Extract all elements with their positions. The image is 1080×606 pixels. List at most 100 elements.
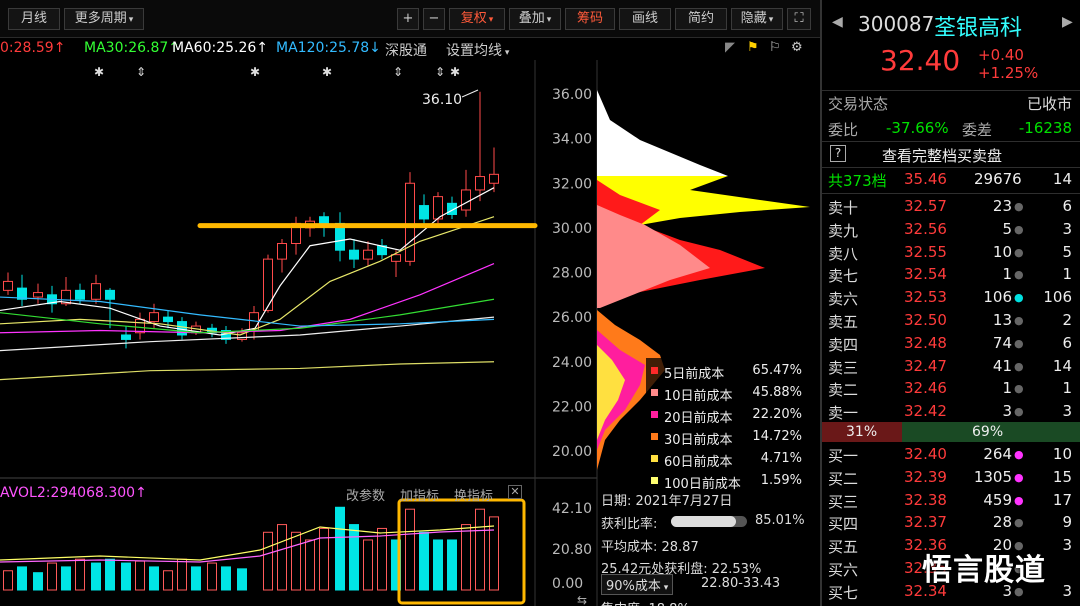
dot-icon: ● (1014, 382, 1024, 396)
toolbar-button-3[interactable]: − (423, 8, 445, 30)
chart-toolbar: 月线 更多周期 ▾ + − 复权 ▾ 叠加 ▾ 筹码 画线 简约 隐藏 ▾ ⛶ (0, 0, 820, 38)
stock-name: 荃银高科 (934, 16, 1023, 41)
toolbar-button-5[interactable]: 叠加 ▾ (509, 8, 561, 30)
book-row[interactable]: 买二 32.39 1305 ● 15 (822, 466, 1080, 489)
chart-icons: ◤ ⚑ ⚐ ⚙ (725, 40, 815, 58)
gear-icon[interactable]: ⚙ (791, 40, 803, 55)
volume-bar (335, 506, 345, 591)
chip-date: 日期: 2021年7月27日 (601, 494, 733, 509)
flag-icon[interactable]: ⚑ (747, 40, 759, 55)
dot-icon: ● (1014, 336, 1024, 350)
book-row[interactable]: 买三 32.38 459 ● 17 (822, 489, 1080, 512)
flag-outline-icon[interactable]: ⚐ (769, 40, 781, 55)
switch-indicator-button[interactable]: 换指标 (454, 485, 493, 504)
toolbar-button-4[interactable]: 复权 ▾ (449, 8, 505, 30)
dot-icon: ● (1014, 470, 1024, 484)
book-row[interactable]: 卖八 32.55 10 ● 5 (822, 241, 1080, 264)
event-marker-icon: ⇕ (435, 65, 445, 79)
dot-icon: ● (1014, 314, 1024, 327)
volume-bar (447, 539, 457, 591)
toolbar-button-6[interactable]: 筹码 (565, 8, 615, 30)
add-indicator-button[interactable]: 加指标 (400, 485, 439, 504)
volume-bar (17, 566, 27, 591)
toolbar-button-8[interactable]: 简约 (675, 8, 727, 30)
toolbar-button-10[interactable]: ⛶ (787, 8, 811, 30)
volume-bar (207, 562, 217, 591)
prev-stock-icon[interactable]: ◀ (832, 14, 843, 30)
book-row[interactable]: 卖九 32.56 5 ● 3 (822, 218, 1080, 241)
dot-icon: ● (1014, 222, 1024, 236)
event-marker-icon: ✱ (322, 65, 332, 79)
volume-bar (3, 570, 13, 591)
volume-bar (177, 558, 187, 591)
triangle-icon[interactable]: ◤ (725, 40, 735, 55)
stock-header: ◀ 300087 荃银高科 ▶ 32.40 +0.40 +1.25% (822, 0, 1080, 90)
candle-body (475, 176, 485, 191)
ma10-line (0, 216, 495, 336)
book-row[interactable]: 买一 32.40 264 ● 10 (822, 443, 1080, 466)
event-marker-icon: ✱ (450, 65, 460, 79)
price-change: +0.40 (978, 46, 1024, 64)
book-row[interactable]: 买四 32.37 28 ● 9 (822, 511, 1080, 534)
volume-bar (419, 531, 429, 591)
volume-bar (221, 566, 231, 591)
volume-bar (489, 516, 499, 591)
cost-legend-row: 30日前成本 14.72% (646, 426, 806, 448)
cost-percent-select[interactable]: 90%成本 ▾ (601, 574, 674, 595)
profit-ratio-bar (671, 516, 747, 527)
ma-settings-button[interactable]: 设置均线 ▾ (446, 40, 509, 60)
toolbar-button-0[interactable]: 月线 (8, 8, 60, 30)
ma60-value: MA60:25.26↑ (172, 40, 268, 56)
book-row[interactable]: 卖一 32.42 3 ● 3 (822, 400, 1080, 423)
book-row[interactable]: 卖二 32.46 1 ● 1 (822, 377, 1080, 400)
last-price: 32.40 (880, 44, 961, 77)
watermark-text: 悟言股道 (922, 553, 1046, 588)
buy-sell-ratio-bar: 31% 69% (822, 422, 1080, 442)
volume-indicator-label: AVOL2:294068.300↑ (0, 485, 147, 501)
volume-bar (363, 539, 373, 591)
dot-icon: ● (1014, 493, 1024, 507)
toolbar-button-9[interactable]: 隐藏 ▾ (731, 8, 783, 30)
toolbar-button-2[interactable]: + (397, 8, 419, 30)
cost-legend-row: 10日前成本 45.88% (646, 382, 806, 404)
dot-icon: ● (1014, 245, 1024, 259)
candle-body (391, 254, 401, 262)
volume-bar (377, 527, 387, 591)
book-row[interactable]: 卖六 32.53 106 ● 106 (822, 286, 1080, 309)
toolbar-button-1[interactable]: 更多周期 ▾ (64, 8, 144, 30)
help-icon[interactable]: ? (830, 145, 846, 162)
candle-body (75, 289, 85, 300)
shgt-link[interactable]: 深股通 (385, 40, 427, 60)
candle-body (349, 249, 359, 260)
volume-bar (61, 566, 71, 591)
book-row[interactable]: 卖三 32.47 41 ● 14 (822, 355, 1080, 378)
full-book-row[interactable]: ? 查看完整档买卖盘 (822, 143, 1080, 166)
quote-panel: ◀ 300087 荃银高科 ▶ 32.40 +0.40 +1.25% 交易状态 … (820, 0, 1080, 606)
ma30-value: MA30:26.87↑ (84, 40, 180, 56)
volume-bar (135, 560, 145, 591)
volume-bar (263, 531, 273, 591)
weibi-row: 委比 -37.66% 委差 -16238 (828, 119, 1072, 139)
volume-bar (163, 570, 173, 591)
event-marker-icon: ✱ (250, 65, 260, 79)
edit-params-button[interactable]: 改参数 (346, 485, 385, 504)
next-stock-icon[interactable]: ▶ (1062, 14, 1073, 30)
toolbar-button-7[interactable]: 画线 (619, 8, 671, 30)
volume-tick-label: 0.00 (552, 576, 583, 592)
high-price-label: 36.10 (422, 92, 462, 108)
book-row[interactable]: 卖十 32.57 23 ● 6 (822, 195, 1080, 218)
book-row[interactable]: 卖七 32.54 1 ● 1 (822, 263, 1080, 286)
volume-bar (105, 558, 115, 591)
concentration: 集中度: 18.8% (601, 598, 690, 606)
profit-ratio-label: 获利比率: (601, 517, 658, 532)
book-row[interactable]: 卖四 32.48 74 ● 6 (822, 332, 1080, 355)
dot-icon: ● (1014, 516, 1024, 530)
close-icon[interactable]: ✕ (508, 485, 522, 499)
y-tick-label: 20.00 (552, 444, 592, 460)
candle-body (263, 258, 273, 311)
volume-bar (405, 508, 415, 591)
book-row[interactable]: 卖五 32.50 13 ● 2 (822, 309, 1080, 332)
cost-legend-row: 20日前成本 22.20% (646, 404, 806, 426)
profit-ratio-value: 85.01% (755, 513, 805, 528)
chip-profile-white (597, 90, 728, 176)
